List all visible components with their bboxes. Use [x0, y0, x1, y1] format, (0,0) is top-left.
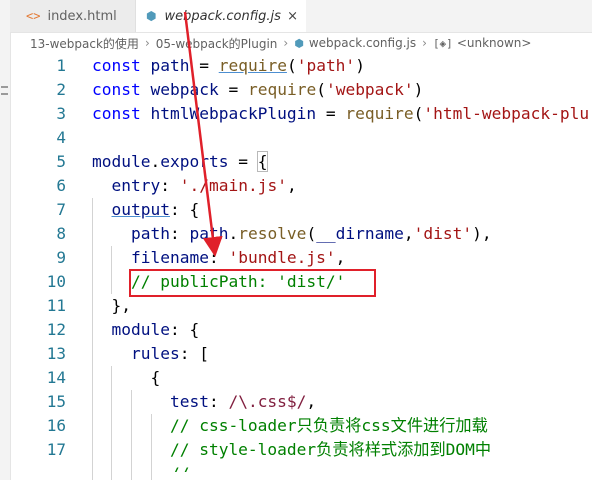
line-number: 15: [46, 392, 66, 411]
code-line: // ──────────────────────────: [10, 462, 592, 480]
breadcrumb-folder[interactable]: 13-webpack的使用: [30, 35, 139, 52]
breadcrumb: 13-webpack的使用 › 05-webpack的Plugin › ⬢ we…: [10, 32, 592, 54]
webpack-js-icon: ⬢: [294, 36, 304, 50]
code-text: test: /\.css$/,: [169, 392, 317, 411]
code-line: 14 {: [10, 366, 592, 390]
line-number: 7: [56, 200, 66, 219]
code-text: output: {: [111, 200, 200, 219]
line-number: 6: [56, 176, 66, 195]
code-text: {: [92, 368, 161, 387]
code-editor[interactable]: 1 const path = require('path') 2 const w…: [10, 54, 592, 480]
tab-webpack-config[interactable]: ⬢ webpack.config.js ×: [136, 0, 306, 32]
line-number: 11: [46, 296, 66, 315]
line-number: 2: [56, 80, 66, 99]
code-text: const path = require('path'): [92, 56, 365, 75]
code-line: 12 module: {: [10, 318, 592, 342]
line-number: 5: [56, 152, 66, 171]
code-text: // style-loader负责将样式添加到DOM中: [92, 440, 492, 459]
edge-mark: [1, 93, 8, 95]
line-number: 13: [46, 344, 66, 363]
line-number: 9: [56, 248, 66, 267]
editor-tab-bar: <> index.html ⬢ webpack.config.js ×: [10, 0, 592, 33]
breadcrumb-file[interactable]: webpack.config.js: [309, 36, 416, 50]
code-text: // css-loader只负责将css文件进行加载: [92, 416, 488, 435]
code-text: path: path.resolve(__dirname,'dist'),: [130, 224, 492, 243]
edge-mark: [1, 86, 8, 88]
code-text: module.exports = {: [92, 151, 269, 172]
code-line: 2 const webpack = require('webpack'): [10, 78, 592, 102]
code-line: 4: [10, 126, 592, 150]
chevron-right-icon: ›: [283, 36, 289, 50]
line-number: 8: [56, 224, 66, 243]
line-number: 10: [46, 272, 66, 291]
code-text: const webpack = require('webpack'): [92, 80, 424, 99]
code-line: 11 },: [10, 294, 592, 318]
code-line: 16 // css-loader只负责将css文件进行加载: [10, 414, 592, 438]
code-line: 13 rules: [: [10, 342, 592, 366]
breadcrumb-symbol[interactable]: <unknown>: [457, 36, 532, 50]
line-number: 1: [56, 56, 66, 75]
code-line: 5 module.exports = {: [10, 150, 592, 174]
code-line: 9 filename: 'bundle.js',: [10, 246, 592, 270]
html-icon: <>: [26, 9, 41, 23]
line-number: 12: [46, 320, 66, 339]
code-line: 7 output: {: [10, 198, 592, 222]
tab-label: webpack.config.js: [164, 8, 281, 24]
chevron-right-icon: ›: [144, 36, 150, 50]
line-number: 4: [56, 128, 66, 147]
line-number: 14: [46, 368, 66, 387]
code-line: 15 test: /\.css$/,: [10, 390, 592, 414]
code-text-partial: // ──────────────────────────: [92, 464, 453, 480]
annotation-highlight-box: [129, 269, 376, 297]
code-line: 3 const htmlWebpackPlugin = require('htm…: [10, 102, 592, 126]
close-icon[interactable]: ×: [287, 9, 298, 24]
code-line: 8 path: path.resolve(__dirname,'dist'),: [10, 222, 592, 246]
symbol-icon: [◈]: [432, 36, 453, 50]
webpack-js-icon: ⬢: [146, 9, 157, 23]
chevron-right-icon: ›: [422, 36, 427, 50]
code-text: module: {: [111, 320, 200, 339]
code-text: filename: 'bundle.js',: [130, 248, 346, 267]
breadcrumb-folder[interactable]: 05-webpack的Plugin: [156, 35, 278, 52]
code-text: entry: './main.js',: [111, 176, 297, 195]
code-text: const htmlWebpackPlugin = require('html-…: [92, 104, 590, 123]
line-number: 16: [46, 416, 66, 435]
code-text: rules: [: [130, 344, 209, 363]
code-line: 1 const path = require('path'): [10, 54, 592, 78]
tab-index-html[interactable]: <> index.html: [10, 0, 136, 32]
code-text: },: [92, 296, 131, 315]
line-number: 17: [46, 440, 66, 459]
line-number: 3: [56, 104, 66, 123]
code-line: 17 // style-loader负责将样式添加到DOM中: [10, 438, 592, 462]
tab-label: index.html: [47, 8, 117, 24]
code-line: 6 entry: './main.js',: [10, 174, 592, 198]
